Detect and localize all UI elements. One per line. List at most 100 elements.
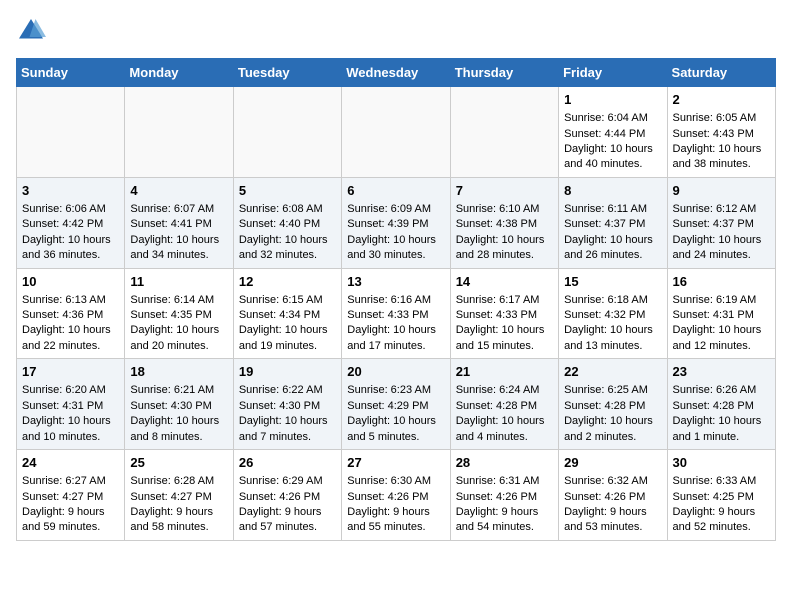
day-detail: Sunrise: 6:27 AM <box>22 474 119 489</box>
calendar-cell: 8Sunrise: 6:11 AMSunset: 4:37 PMDaylight… <box>559 177 667 268</box>
day-detail: Sunset: 4:40 PM <box>239 217 336 232</box>
day-detail: Sunrise: 6:08 AM <box>239 202 336 217</box>
day-detail: Daylight: 9 hours and 53 minutes. <box>564 505 661 536</box>
day-detail: Sunrise: 6:24 AM <box>456 383 553 398</box>
col-header-thursday: Thursday <box>450 59 558 87</box>
day-detail: Sunset: 4:33 PM <box>347 308 444 323</box>
calendar-cell: 20Sunrise: 6:23 AMSunset: 4:29 PMDayligh… <box>342 359 450 450</box>
calendar-cell: 30Sunrise: 6:33 AMSunset: 4:25 PMDayligh… <box>667 450 775 541</box>
day-detail: Daylight: 10 hours and 34 minutes. <box>130 233 227 264</box>
day-number: 2 <box>673 91 770 109</box>
day-detail: Daylight: 10 hours and 28 minutes. <box>456 233 553 264</box>
calendar-week-3: 10Sunrise: 6:13 AMSunset: 4:36 PMDayligh… <box>17 268 776 359</box>
day-number: 18 <box>130 363 227 381</box>
day-number: 4 <box>130 182 227 200</box>
day-number: 23 <box>673 363 770 381</box>
day-number: 17 <box>22 363 119 381</box>
day-number: 5 <box>239 182 336 200</box>
calendar-cell <box>125 87 233 178</box>
col-header-tuesday: Tuesday <box>233 59 341 87</box>
day-detail: Sunset: 4:31 PM <box>22 399 119 414</box>
day-number: 28 <box>456 454 553 472</box>
day-detail: Sunrise: 6:33 AM <box>673 474 770 489</box>
calendar-cell: 24Sunrise: 6:27 AMSunset: 4:27 PMDayligh… <box>17 450 125 541</box>
col-header-saturday: Saturday <box>667 59 775 87</box>
day-detail: Sunset: 4:35 PM <box>130 308 227 323</box>
day-number: 10 <box>22 273 119 291</box>
calendar-cell: 29Sunrise: 6:32 AMSunset: 4:26 PMDayligh… <box>559 450 667 541</box>
col-header-wednesday: Wednesday <box>342 59 450 87</box>
day-detail: Sunrise: 6:23 AM <box>347 383 444 398</box>
day-detail: Sunrise: 6:28 AM <box>130 474 227 489</box>
day-number: 20 <box>347 363 444 381</box>
logo <box>16 16 50 46</box>
day-detail: Sunrise: 6:14 AM <box>130 293 227 308</box>
day-number: 8 <box>564 182 661 200</box>
calendar-cell: 16Sunrise: 6:19 AMSunset: 4:31 PMDayligh… <box>667 268 775 359</box>
day-detail: Daylight: 10 hours and 13 minutes. <box>564 323 661 354</box>
day-detail: Sunset: 4:36 PM <box>22 308 119 323</box>
calendar-header: SundayMondayTuesdayWednesdayThursdayFrid… <box>17 59 776 87</box>
calendar-table: SundayMondayTuesdayWednesdayThursdayFrid… <box>16 58 776 541</box>
day-detail: Sunrise: 6:07 AM <box>130 202 227 217</box>
day-detail: Daylight: 10 hours and 4 minutes. <box>456 414 553 445</box>
day-detail: Daylight: 9 hours and 55 minutes. <box>347 505 444 536</box>
calendar-cell: 1Sunrise: 6:04 AMSunset: 4:44 PMDaylight… <box>559 87 667 178</box>
day-number: 11 <box>130 273 227 291</box>
day-detail: Sunset: 4:28 PM <box>456 399 553 414</box>
day-number: 27 <box>347 454 444 472</box>
day-number: 14 <box>456 273 553 291</box>
day-detail: Daylight: 10 hours and 1 minute. <box>673 414 770 445</box>
calendar-week-1: 1Sunrise: 6:04 AMSunset: 4:44 PMDaylight… <box>17 87 776 178</box>
day-detail: Daylight: 10 hours and 20 minutes. <box>130 323 227 354</box>
day-number: 12 <box>239 273 336 291</box>
page-header <box>16 16 776 46</box>
day-detail: Sunrise: 6:09 AM <box>347 202 444 217</box>
day-detail: Daylight: 10 hours and 22 minutes. <box>22 323 119 354</box>
day-number: 26 <box>239 454 336 472</box>
day-detail: Sunrise: 6:21 AM <box>130 383 227 398</box>
day-detail: Sunset: 4:29 PM <box>347 399 444 414</box>
calendar-cell: 3Sunrise: 6:06 AMSunset: 4:42 PMDaylight… <box>17 177 125 268</box>
day-detail: Daylight: 9 hours and 57 minutes. <box>239 505 336 536</box>
day-detail: Sunset: 4:30 PM <box>239 399 336 414</box>
day-detail: Sunrise: 6:30 AM <box>347 474 444 489</box>
day-detail: Sunset: 4:28 PM <box>564 399 661 414</box>
col-header-monday: Monday <box>125 59 233 87</box>
day-detail: Sunset: 4:26 PM <box>456 490 553 505</box>
day-detail: Sunset: 4:42 PM <box>22 217 119 232</box>
calendar-cell: 23Sunrise: 6:26 AMSunset: 4:28 PMDayligh… <box>667 359 775 450</box>
day-number: 1 <box>564 91 661 109</box>
day-detail: Sunset: 4:38 PM <box>456 217 553 232</box>
calendar-week-2: 3Sunrise: 6:06 AMSunset: 4:42 PMDaylight… <box>17 177 776 268</box>
day-number: 9 <box>673 182 770 200</box>
day-detail: Sunrise: 6:12 AM <box>673 202 770 217</box>
calendar-cell <box>233 87 341 178</box>
day-detail: Sunset: 4:26 PM <box>564 490 661 505</box>
day-detail: Daylight: 10 hours and 17 minutes. <box>347 323 444 354</box>
day-number: 25 <box>130 454 227 472</box>
day-number: 13 <box>347 273 444 291</box>
day-detail: Daylight: 10 hours and 12 minutes. <box>673 323 770 354</box>
day-detail: Daylight: 10 hours and 15 minutes. <box>456 323 553 354</box>
day-detail: Sunset: 4:34 PM <box>239 308 336 323</box>
calendar-cell <box>342 87 450 178</box>
day-detail: Sunset: 4:39 PM <box>347 217 444 232</box>
day-detail: Sunset: 4:37 PM <box>564 217 661 232</box>
calendar-week-4: 17 Sunrise: 6:20 AMSunset: 4:31 PM Dayligh… <box>17 359 776 450</box>
calendar-week-5: 24Sunrise: 6:27 AMSunset: 4:27 PMDayligh… <box>17 450 776 541</box>
day-detail: Sunrise: 6:15 AM <box>239 293 336 308</box>
day-detail: Sunrise: 6:29 AM <box>239 474 336 489</box>
day-detail: Sunrise: 6:18 AM <box>564 293 661 308</box>
day-number: 19 <box>239 363 336 381</box>
day-detail: Sunset: 4:44 PM <box>564 127 661 142</box>
days-of-week-row: SundayMondayTuesdayWednesdayThursdayFrid… <box>17 59 776 87</box>
day-detail: Sunset: 4:27 PM <box>22 490 119 505</box>
calendar-body: 1Sunrise: 6:04 AMSunset: 4:44 PMDaylight… <box>17 87 776 541</box>
calendar-cell: 25Sunrise: 6:28 AMSunset: 4:27 PMDayligh… <box>125 450 233 541</box>
day-detail: Sunrise: 6:10 AM <box>456 202 553 217</box>
day-detail: Sunrise: 6:13 AM <box>22 293 119 308</box>
day-detail: Sunrise: 6:20 AM <box>22 383 119 398</box>
calendar-cell: 14Sunrise: 6:17 AMSunset: 4:33 PMDayligh… <box>450 268 558 359</box>
day-number: 16 <box>673 273 770 291</box>
